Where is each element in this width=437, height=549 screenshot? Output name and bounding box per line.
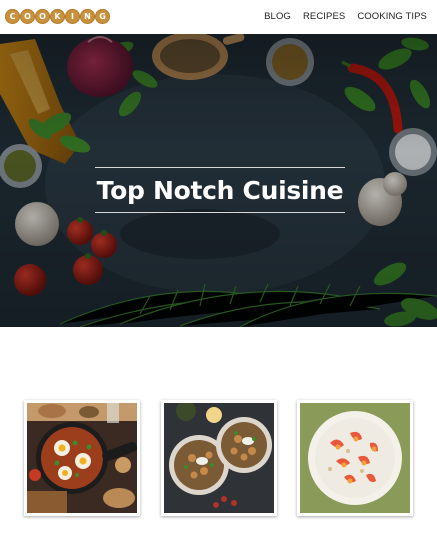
hero-title-frame: Top Notch Cuisine	[95, 167, 345, 213]
nav-link-recipes[interactable]: RECIPES	[303, 11, 345, 22]
top-navigation-bar: C O O K I N G BLOG RECIPES COOKING TIPS	[0, 0, 437, 34]
logo-letter: O	[35, 9, 50, 24]
shakshuka-pan-photo	[27, 403, 137, 513]
hero-banner: Top Notch Cuisine	[0, 34, 437, 327]
shrimp-plate-photo	[300, 403, 410, 513]
gallery-card[interactable]	[161, 400, 280, 519]
hero-title: Top Notch Cuisine	[96, 175, 344, 205]
logo-letter: I	[65, 9, 80, 24]
gallery-card[interactable]	[24, 400, 143, 519]
logo-letter: O	[20, 9, 35, 24]
nav-link-cooking-tips[interactable]: COOKING TIPS	[357, 11, 427, 22]
logo-letter: G	[95, 9, 110, 24]
logo-letter: K	[50, 9, 65, 24]
page: C O O K I N G BLOG RECIPES COOKING TIPS	[0, 0, 437, 549]
logo-letter: N	[80, 9, 95, 24]
nav-link-blog[interactable]: BLOG	[264, 11, 291, 22]
logo-letter: C	[5, 9, 20, 24]
gallery-card[interactable]	[297, 400, 416, 519]
site-logo[interactable]: C O O K I N G	[5, 9, 110, 24]
main-nav: BLOG RECIPES COOKING TIPS	[264, 11, 427, 22]
chicken-bowls-photo	[164, 403, 274, 513]
